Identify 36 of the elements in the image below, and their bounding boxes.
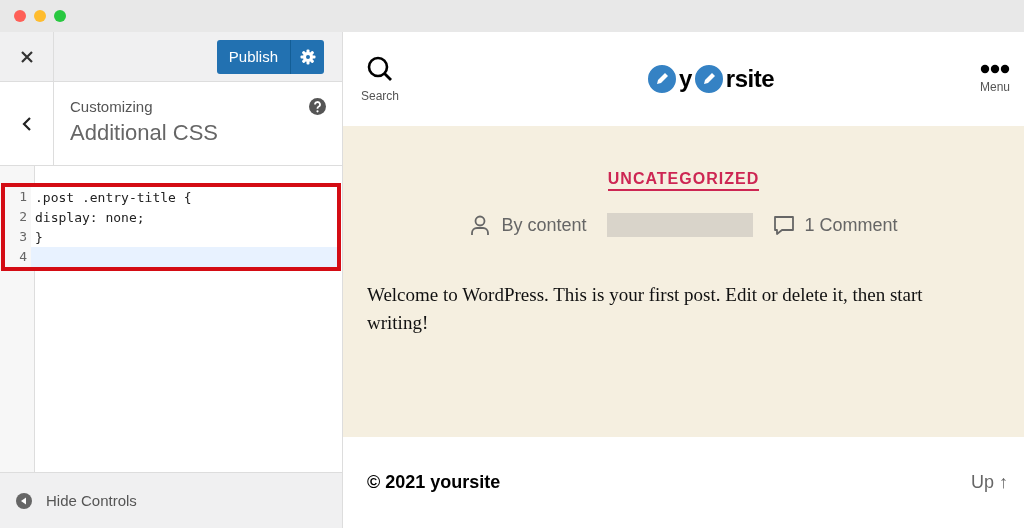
footer-copyright: © 2021 yoursite bbox=[367, 472, 501, 493]
line-number: 2 bbox=[5, 207, 31, 227]
help-icon[interactable] bbox=[309, 98, 326, 115]
hide-controls-button[interactable]: Hide Controls bbox=[16, 492, 137, 509]
code-line: .post .entry-title { bbox=[34, 189, 192, 205]
code-line: display: none; bbox=[34, 209, 145, 225]
post-body: Welcome to WordPress. This is your first post. Edit or delete it, then start writing! bbox=[367, 283, 924, 335]
more-dots-icon bbox=[980, 64, 1010, 74]
section-title: Additional CSS bbox=[70, 120, 218, 146]
comments-link[interactable]: 1 Comment bbox=[804, 214, 898, 236]
comment-icon bbox=[772, 214, 795, 236]
line-number: 3 bbox=[5, 227, 31, 247]
publish-button[interactable]: Publish bbox=[216, 39, 290, 74]
close-window-control[interactable] bbox=[14, 10, 26, 22]
line-number: 1 bbox=[5, 187, 31, 207]
code-line: } bbox=[34, 229, 43, 245]
code-editor[interactable]: 1 .post .entry-title { 2 display: none; 3 } 4 bbox=[1, 183, 341, 271]
author-link[interactable]: By content bbox=[501, 214, 587, 236]
category-link[interactable]: UNCATEGORIZED bbox=[607, 170, 760, 191]
close-icon bbox=[19, 49, 34, 64]
site-title[interactable]: y bbox=[678, 65, 692, 93]
search-icon bbox=[366, 55, 394, 83]
site-title[interactable]: rsite bbox=[725, 65, 775, 93]
search-button[interactable]: Search bbox=[361, 55, 400, 103]
edit-pencil-icon[interactable] bbox=[645, 63, 678, 95]
menu-button[interactable]: Menu bbox=[979, 64, 1010, 94]
settings-icon bbox=[299, 48, 316, 65]
collapse-icon bbox=[16, 492, 32, 509]
back-to-top-link[interactable]: Up ↑ bbox=[971, 472, 1008, 493]
zoom-window-control[interactable] bbox=[54, 10, 66, 22]
line-number: 4 bbox=[5, 247, 31, 267]
settings-button[interactable] bbox=[290, 39, 324, 74]
edit-pencil-icon[interactable] bbox=[692, 63, 725, 95]
person-icon bbox=[469, 214, 492, 236]
minimize-window-control[interactable] bbox=[34, 10, 46, 22]
section-label: Customizing bbox=[70, 98, 154, 115]
